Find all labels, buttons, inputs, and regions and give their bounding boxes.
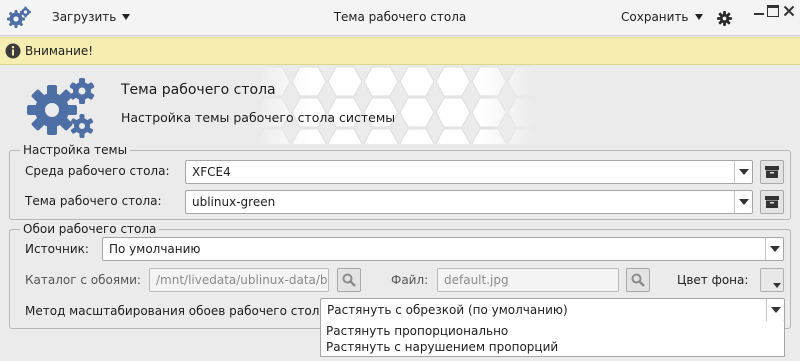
save-menu-button[interactable]: Сохранить: [621, 10, 703, 24]
source-label: Источник:: [25, 242, 89, 256]
theme-group-legend: Настройка темы: [20, 143, 131, 157]
scaling-method-select[interactable]: Растянуть с обрезкой (по умолчанию): [320, 298, 785, 322]
bg-color-button[interactable]: [760, 268, 784, 292]
chevron-down-icon: [766, 299, 784, 321]
desktop-env-label: Среда рабочего стола:: [25, 164, 170, 178]
banner-title: Тема рабочего стола: [121, 82, 276, 98]
dropdown-option[interactable]: Растянуть пропорционально: [326, 324, 508, 338]
desktop-env-select[interactable]: XFCE4: [185, 160, 753, 184]
warning-text: Внимание!: [25, 44, 94, 58]
scaling-method-dropdown: Растянуть пропорционально Растянуть с на…: [320, 321, 785, 357]
titlebar: Загрузить Тема рабочего стола Сохранить: [0, 0, 800, 36]
chevron-down-icon: [734, 161, 752, 183]
desktop-theme-label: Тема рабочего стола:: [25, 194, 162, 208]
desktop-theme-select[interactable]: ublinux-green: [185, 190, 753, 214]
gears-icon: [27, 78, 95, 138]
search-icon: [342, 273, 356, 287]
warning-bar: Внимание!: [0, 37, 800, 65]
source-select[interactable]: По умолчанию: [102, 237, 784, 261]
minimize-icon[interactable]: [753, 5, 765, 17]
archive-icon: [765, 166, 779, 178]
header-banner: Тема рабочего стола Настройка темы рабоч…: [5, 66, 795, 144]
app-gear-icon: [7, 6, 31, 28]
wallpaper-folder-field[interactable]: /mnt/livedata/ublinux-data/bac: [149, 268, 329, 292]
chevron-down-icon: [734, 191, 752, 213]
archive-icon: [765, 196, 779, 208]
load-menu-label: Загрузить: [52, 10, 117, 24]
save-menu-label: Сохранить: [621, 10, 689, 24]
settings-window: Загрузить Тема рабочего стола Сохранить: [0, 0, 800, 361]
file-search-button[interactable]: [626, 268, 650, 292]
hexagon-pattern: [255, 66, 535, 144]
file-label: Файл:: [391, 273, 429, 287]
scaling-method-label: Метод масштабирования обоев рабочего сто…: [25, 304, 331, 318]
bg-color-label: Цвет фона:: [677, 273, 749, 287]
maximize-icon[interactable]: [767, 5, 779, 17]
dropdown-option[interactable]: Растянуть с нарушением пропорций: [326, 340, 558, 354]
file-field[interactable]: default.jpg: [437, 268, 619, 292]
desktop-env-value: XFCE4: [192, 165, 231, 179]
chevron-down-icon: [122, 14, 131, 20]
settings-gear-icon[interactable]: [717, 11, 732, 26]
load-menu-button[interactable]: Загрузить: [52, 10, 131, 24]
scaling-method-value: Растянуть с обрезкой (по умолчанию): [327, 303, 568, 317]
info-icon: [5, 43, 21, 59]
folder-search-button[interactable]: [337, 268, 361, 292]
desktop-theme-value: ublinux-green: [192, 195, 276, 209]
source-value: По умолчанию: [109, 242, 201, 256]
desktop-env-archive-button[interactable]: [760, 160, 784, 184]
search-icon: [631, 273, 645, 287]
desktop-theme-archive-button[interactable]: [760, 190, 784, 214]
wallpaper-folder-label: Каталог с обоями:: [25, 273, 141, 287]
chevron-down-icon: [765, 238, 783, 260]
chevron-down-icon: [694, 14, 703, 20]
wallpaper-group-legend: Обои рабочего стола: [20, 222, 160, 236]
close-icon[interactable]: [783, 5, 795, 17]
banner-subtitle: Настройка темы рабочего стола системы: [121, 110, 396, 125]
